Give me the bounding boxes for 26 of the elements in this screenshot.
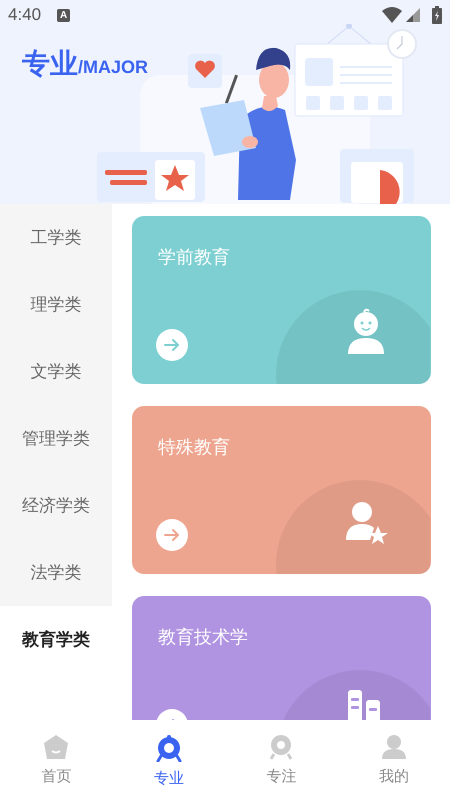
status-time: 4:40 — [8, 4, 42, 26]
category-tab[interactable]: 工学类 — [0, 204, 112, 271]
signal-icon — [406, 8, 420, 22]
category-tab[interactable]: 经济学类 — [0, 472, 112, 539]
webcam-icon — [156, 734, 182, 762]
arrow-button-icon[interactable] — [156, 329, 188, 361]
keyboard-badge: A — [57, 8, 70, 22]
nav-tab[interactable]: 专业 — [112, 720, 225, 800]
category-tab[interactable]: 法学类 — [0, 539, 112, 606]
page-subtitle: /MAJOR — [78, 58, 148, 76]
category-tab[interactable]: 管理学类 — [0, 405, 112, 472]
category-tab[interactable]: 文学类 — [0, 338, 112, 405]
major-name: 教育技术学 — [158, 626, 248, 649]
major-name: 特殊教育 — [158, 436, 230, 459]
major-name: 学前教育 — [158, 246, 230, 269]
battery-icon — [432, 6, 442, 24]
category-tab[interactable]: 理学类 — [0, 271, 112, 338]
nav-tab[interactable]: 首页 — [0, 720, 112, 800]
page-title: 专业 — [22, 50, 78, 78]
person-icon — [380, 734, 407, 760]
nav-tab[interactable]: 专注 — [225, 720, 338, 800]
wifi-icon — [382, 7, 402, 23]
home-icon — [43, 734, 70, 760]
arrow-button-icon[interactable] — [156, 519, 188, 551]
nav-tab[interactable]: 我的 — [338, 720, 450, 800]
focus-icon — [268, 734, 294, 760]
